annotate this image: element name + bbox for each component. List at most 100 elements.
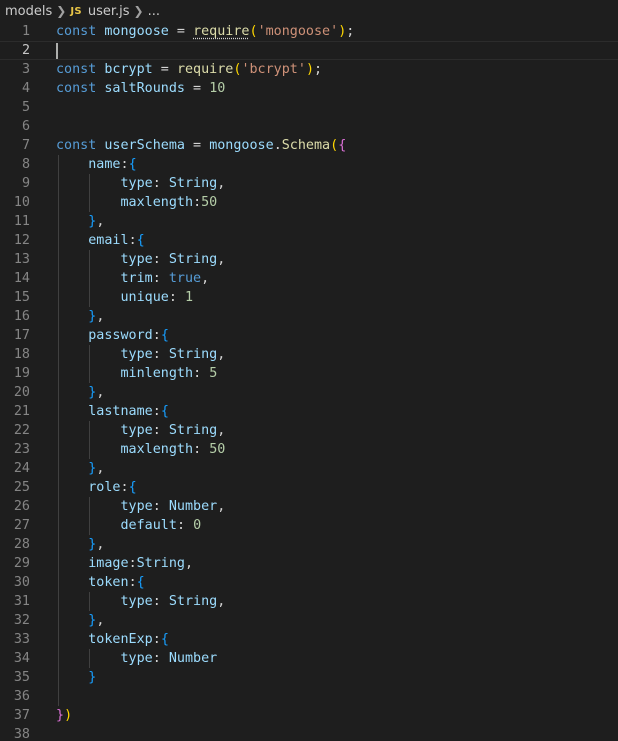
code-line[interactable]: 9 type: String, [0, 174, 618, 193]
code-text: }, [56, 535, 104, 554]
code-line[interactable]: 21 lastname:{ [0, 402, 618, 421]
code-line[interactable]: 10 maxlength:50 [0, 193, 618, 212]
code-token: type [120, 176, 153, 191]
code-token: , [96, 537, 105, 552]
code-line[interactable]: 6 [0, 117, 618, 136]
line-number: 14 [13, 271, 30, 286]
code-line[interactable]: 33 tokenExp:{ [0, 630, 618, 649]
code-line[interactable]: 23 maxlength: 50 [0, 440, 618, 459]
code-token: { [128, 157, 137, 172]
code-line[interactable]: 4 const saltRounds = 10 [0, 79, 618, 98]
code-line[interactable]: 7 const userSchema = mongoose.Schema({ [0, 136, 618, 155]
code-token: type [120, 594, 153, 609]
code-token: , [217, 594, 226, 609]
code-token: const [56, 62, 97, 77]
code-token: = [185, 138, 210, 153]
code-line[interactable]: 13 type: String, [0, 250, 618, 269]
code-text: type: Number, [56, 497, 226, 516]
code-line[interactable]: 12 email:{ [0, 231, 618, 250]
code-text: minlength: 5 [56, 364, 218, 383]
code-token: , [96, 461, 105, 476]
code-editor[interactable]: 1 const mongoose = require('mongoose'); 2 3… [0, 22, 618, 741]
code-line[interactable]: 28 }, [0, 535, 618, 554]
code-text: default: 0 [56, 516, 202, 535]
code-line[interactable]: 5 [0, 98, 618, 117]
code-line[interactable]: 25 role:{ [0, 478, 618, 497]
code-line[interactable]: 14 trim: true, [0, 269, 618, 288]
code-line[interactable]: 31 type: String, [0, 592, 618, 611]
code-token: : [152, 347, 169, 362]
line-number: 1 [21, 24, 30, 39]
code-token: 1 [185, 290, 194, 305]
code-line[interactable]: 8 name:{ [0, 155, 618, 174]
code-line[interactable]: 17 password:{ [0, 326, 618, 345]
code-token: : [120, 157, 129, 172]
code-token: name [88, 157, 121, 172]
code-line[interactable]: 37}) [0, 706, 618, 725]
code-text: const mongoose = require('mongoose'); [56, 22, 354, 41]
code-token: : [193, 366, 210, 381]
line-number: 38 [13, 727, 30, 741]
code-token: { [136, 233, 145, 248]
code-line[interactable]: 36 [0, 687, 618, 706]
breadcrumb-file[interactable]: user.js [88, 4, 130, 19]
code-line[interactable]: 19 minlength: 5 [0, 364, 618, 383]
code-text: type: String, [56, 421, 226, 440]
code-token: type [120, 347, 153, 362]
code-line[interactable]: 1 const mongoose = require('mongoose'); [0, 22, 618, 41]
code-line[interactable]: 18 type: String, [0, 345, 618, 364]
line-number: 34 [13, 651, 30, 666]
code-line[interactable]: 15 unique: 1 [0, 288, 618, 307]
code-token: , [96, 385, 105, 400]
line-number: 35 [13, 670, 30, 685]
breadcrumb-more[interactable]: ... [148, 4, 160, 19]
code-token: type [120, 499, 153, 514]
code-line[interactable]: 20 }, [0, 383, 618, 402]
code-token: , [96, 309, 105, 324]
breadcrumb-folder[interactable]: models [0, 4, 52, 19]
code-text: type: String, [56, 250, 226, 269]
code-line[interactable]: 11 }, [0, 212, 618, 231]
code-token: maxlength [120, 442, 194, 457]
line-number: 28 [13, 537, 30, 552]
code-line[interactable]: 16 }, [0, 307, 618, 326]
code-token: : [128, 233, 137, 248]
code-token: String [168, 594, 218, 609]
javascript-file-icon: JS [70, 5, 82, 17]
code-token: , [217, 347, 226, 362]
code-token: maxlength [120, 195, 194, 210]
code-line[interactable]: 22 type: String, [0, 421, 618, 440]
code-line[interactable]: 27 default: 0 [0, 516, 618, 535]
code-text: }) [56, 706, 72, 725]
code-line[interactable]: 34 type: Number [0, 649, 618, 668]
code-line[interactable]: 2 [0, 41, 618, 60]
code-token: : [152, 632, 161, 647]
code-line[interactable]: 26 type: Number, [0, 497, 618, 516]
code-token: } [88, 670, 97, 685]
code-line[interactable]: 35 } [0, 668, 618, 687]
code-line[interactable]: 38 [0, 725, 618, 741]
code-line[interactable]: 3 const bcrypt = require('bcrypt'); [0, 60, 618, 79]
code-token: mongoose [209, 138, 274, 153]
line-number: 8 [21, 157, 30, 172]
code-line[interactable]: 30 token:{ [0, 573, 618, 592]
code-line[interactable]: 32 }, [0, 611, 618, 630]
code-token: ) [64, 708, 73, 723]
line-number: 33 [13, 632, 30, 647]
code-line[interactable]: 24 }, [0, 459, 618, 478]
chevron-right-icon: ❯ [133, 4, 144, 18]
code-token: role [88, 480, 121, 495]
code-line[interactable]: 29 image:String, [0, 554, 618, 573]
code-token: userSchema [104, 138, 185, 153]
code-token: : [152, 271, 169, 286]
